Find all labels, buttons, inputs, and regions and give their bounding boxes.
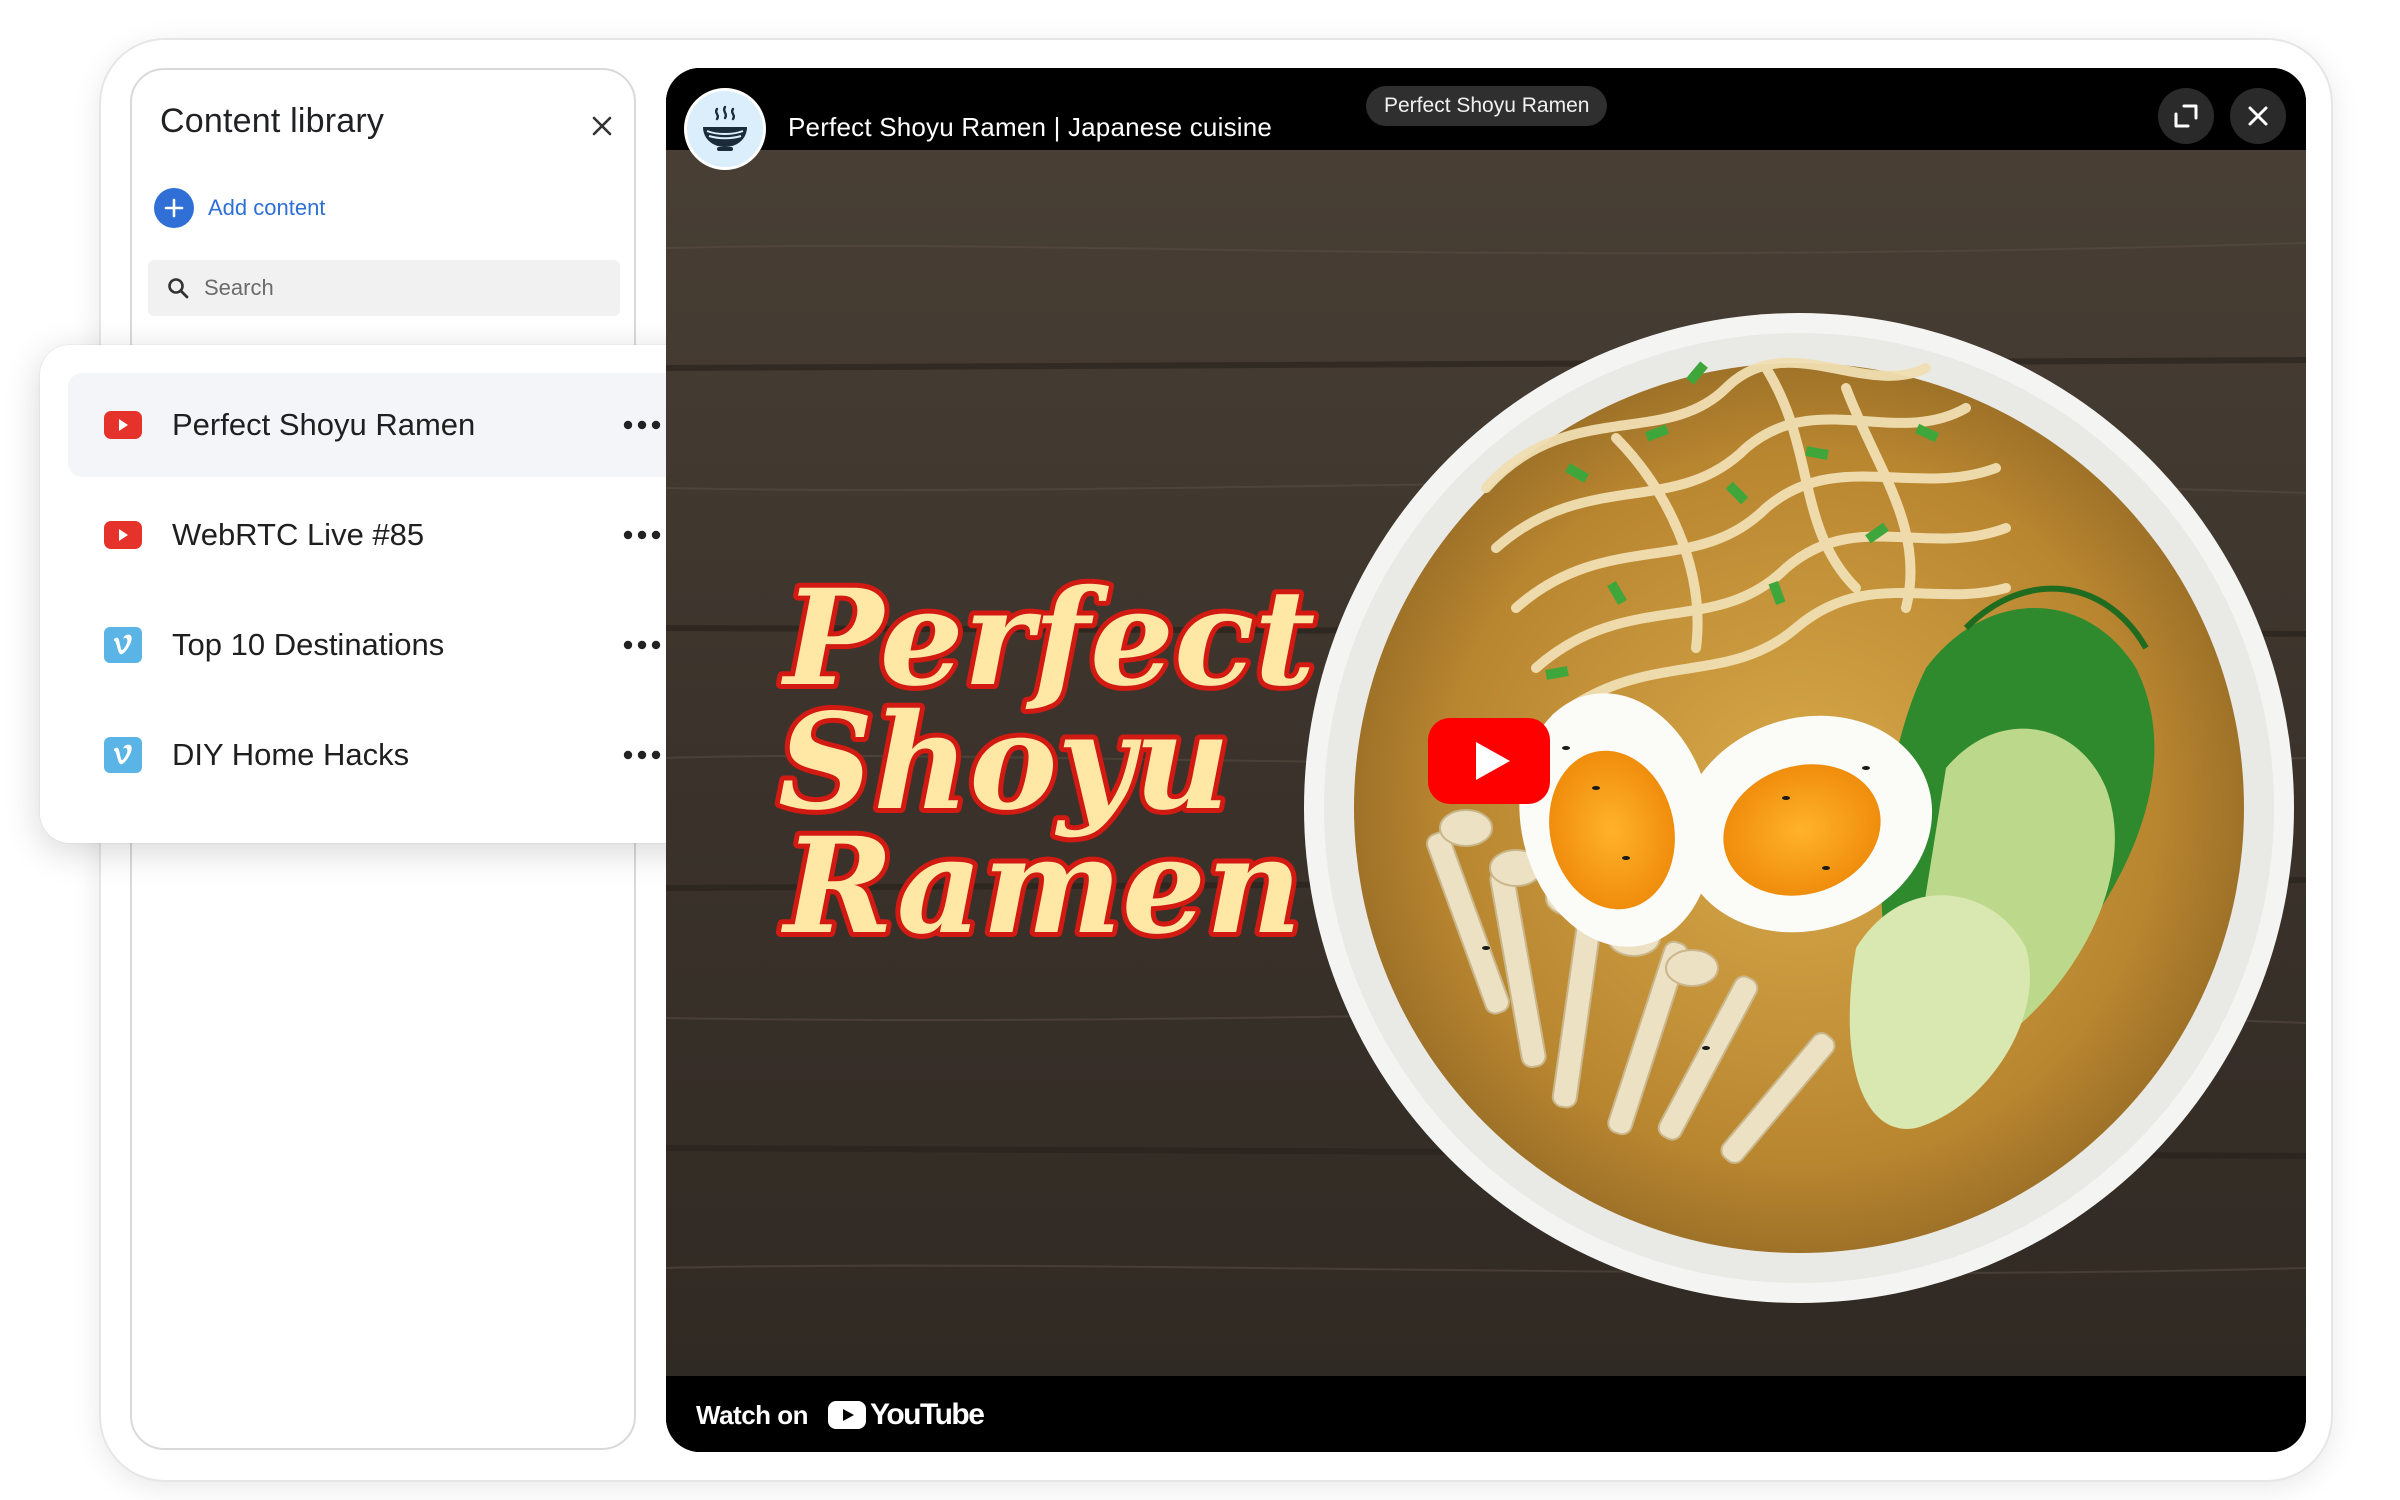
video-player: Perfect Shoyu Ramen Perfect Shoyu Ramen … xyxy=(666,68,2306,1452)
list-item[interactable]: Top 10 Destinations xyxy=(68,593,696,697)
list-item-label: WebRTC Live #85 xyxy=(172,517,425,552)
youtube-icon xyxy=(828,1401,867,1429)
thumbnail-text-line-3: Ramen xyxy=(780,809,1302,964)
youtube-logo: YouTube xyxy=(828,1398,985,1432)
list-item[interactable]: Perfect Shoyu Ramen xyxy=(68,373,696,477)
more-icon xyxy=(623,420,661,430)
channel-avatar[interactable] xyxy=(684,88,766,170)
watch-on-label: Watch on xyxy=(696,1399,809,1430)
library-title: Content library xyxy=(160,102,385,140)
add-content-label: Add content xyxy=(208,195,326,220)
vimeo-icon xyxy=(104,627,142,663)
search-input[interactable] xyxy=(204,275,584,301)
more-icon xyxy=(623,640,661,650)
expand-icon xyxy=(2174,104,2198,128)
list-item-label: DIY Home Hacks xyxy=(172,737,410,772)
close-icon xyxy=(592,116,612,136)
list-item-label: Perfect Shoyu Ramen xyxy=(172,407,476,442)
vimeo-icon xyxy=(104,737,142,773)
play-button[interactable] xyxy=(1428,718,1550,804)
plus-icon xyxy=(154,188,194,228)
list-item[interactable]: WebRTC Live #85 xyxy=(68,483,696,587)
expand-button[interactable] xyxy=(2158,88,2214,144)
player-bottom-bar: Watch on YouTube xyxy=(666,1376,2306,1452)
more-icon xyxy=(623,530,661,540)
add-content-button[interactable]: Add content xyxy=(154,186,325,230)
video-title[interactable]: Perfect Shoyu Ramen | Japanese cuisine xyxy=(788,112,1272,143)
more-options-button[interactable] xyxy=(622,737,662,773)
ramen-bowl-icon xyxy=(703,105,747,151)
more-options-button[interactable] xyxy=(622,517,662,553)
youtube-wordmark: YouTube xyxy=(870,1398,985,1431)
search-box xyxy=(148,260,620,316)
youtube-icon xyxy=(104,411,142,439)
search-icon xyxy=(168,278,189,299)
more-icon xyxy=(623,750,661,760)
content-list: Perfect Shoyu Ramen WebRTC Live #85 Top … xyxy=(40,345,724,843)
library-close-button[interactable] xyxy=(582,106,622,146)
player-close-button[interactable] xyxy=(2230,88,2286,144)
watch-on-youtube-link[interactable]: Watch on YouTube xyxy=(696,1398,985,1432)
title-pill: Perfect Shoyu Ramen xyxy=(1366,86,1608,126)
list-item[interactable]: DIY Home Hacks xyxy=(68,703,696,807)
more-options-button[interactable] xyxy=(622,407,662,443)
more-options-button[interactable] xyxy=(622,627,662,663)
list-item-label: Top 10 Destinations xyxy=(172,627,445,662)
youtube-icon xyxy=(104,521,142,549)
close-icon xyxy=(2248,106,2268,126)
